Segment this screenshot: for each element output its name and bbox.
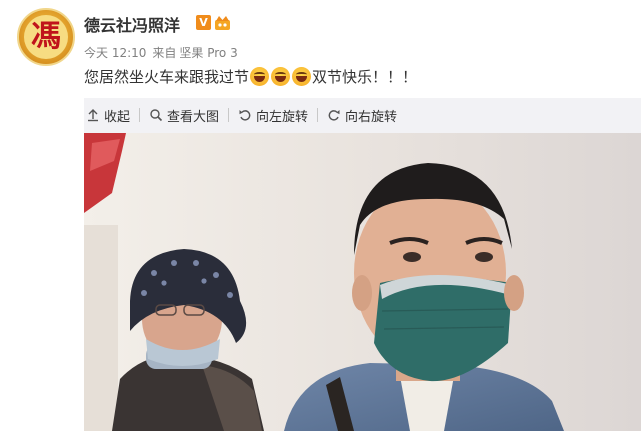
rotate-left-button[interactable]: 向左旋转 [238, 98, 308, 132]
collapse-icon [88, 109, 98, 122]
view-large-button[interactable]: 查看大图 [149, 98, 219, 132]
avatar-glyph: 馮 [24, 15, 68, 59]
media-panel: 收起 查看大图 向左旋转 向右旋转 [84, 98, 641, 431]
rotate-left-icon [239, 110, 251, 121]
toolbar-divider [317, 108, 319, 122]
search-icon [150, 109, 163, 122]
post-text: 您居然坐火车来跟我过节 双节快乐！！！ [84, 66, 417, 87]
image-toolbar: 收起 查看大图 向左旋转 向右旋转 [84, 98, 641, 132]
verified-badge-icon[interactable]: V [196, 15, 211, 30]
rotate-left-label: 向左旋转 [256, 109, 309, 125]
rotate-right-icon [328, 110, 340, 121]
source-device[interactable]: 坚果 Pro 3 [179, 46, 237, 60]
selfie-image [84, 133, 641, 431]
post-photo[interactable] [84, 133, 641, 431]
toolbar-divider [228, 108, 230, 122]
laugh-cry-emoji-icon [271, 67, 291, 86]
laugh-cry-emoji-icon [292, 67, 312, 86]
post-text-main: 您居然坐火车来跟我过节 [84, 68, 250, 86]
crown-icon[interactable] [214, 14, 231, 31]
post-header: 馮 德云社冯照洋 V 今天 12:10 来自 坚果 Pro 3 您居然坐火车来跟我过… [0, 0, 641, 98]
avatar[interactable]: 馮 [17, 8, 75, 66]
username-link[interactable]: 德云社冯照洋 [84, 12, 180, 36]
post-text-tail: 双节快乐！！！ [312, 68, 418, 86]
collapse-button[interactable]: 收起 [86, 98, 130, 132]
toolbar-divider [139, 108, 141, 122]
post-meta: 今天 12:10 来自 坚果 Pro 3 [84, 44, 244, 61]
view-large-label: 查看大图 [167, 109, 220, 125]
laugh-cry-emoji-icon [250, 67, 270, 86]
rotate-right-label: 向右旋转 [345, 109, 398, 125]
post-time[interactable]: 今天 12:10 [84, 46, 146, 60]
rotate-right-button[interactable]: 向右旋转 [327, 98, 397, 132]
collapse-label: 收起 [104, 109, 131, 125]
source-prefix: 来自 [152, 46, 177, 60]
